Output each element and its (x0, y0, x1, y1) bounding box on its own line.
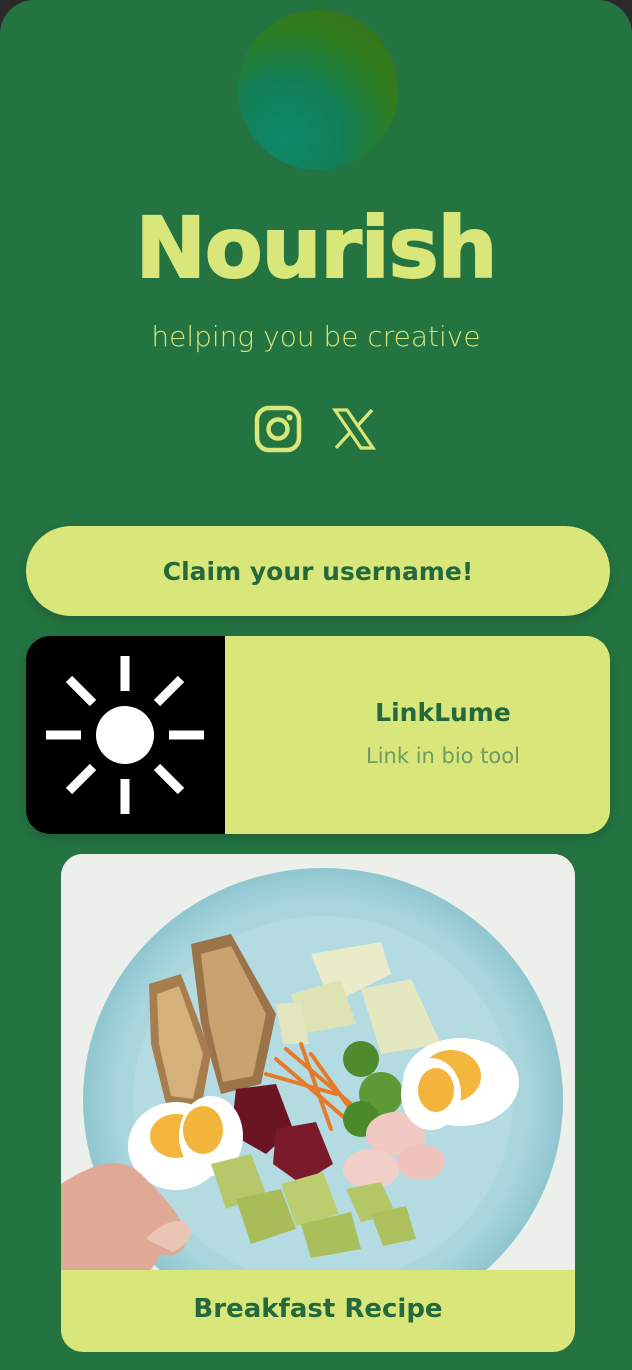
breakfast-plate-photo (61, 854, 575, 1332)
link-card-linklume[interactable]: LinkLume Link in bio tool (26, 636, 610, 834)
claim-username-button[interactable]: Claim your username! (26, 526, 610, 616)
social-links (0, 404, 632, 458)
profile-tagline: helping you be creative (151, 320, 481, 353)
claim-username-label: Claim your username! (162, 556, 474, 586)
x-twitter-link[interactable] (329, 404, 379, 454)
recipe-title: Breakfast Recipe (193, 1294, 443, 1324)
sun-icon (46, 656, 204, 814)
avatar (238, 10, 398, 170)
link-thumbnail (26, 636, 225, 834)
instagram-icon (254, 405, 302, 453)
instagram-link[interactable] (253, 404, 303, 454)
link-card-title: LinkLume (375, 698, 511, 727)
recipe-card[interactable]: Breakfast Recipe (61, 854, 575, 1352)
profile-name: Nourish (135, 199, 499, 297)
link-card-subtitle: Link in bio tool (366, 744, 520, 768)
profile-page: Nourish helping you be creative Claim yo… (0, 0, 632, 1370)
x-twitter-icon (332, 408, 376, 450)
